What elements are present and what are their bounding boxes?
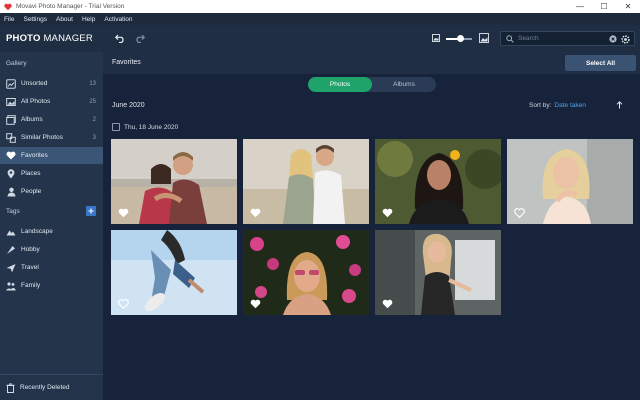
sidebar-item-albums[interactable]: Albums 2 [0,111,103,128]
menu-settings[interactable]: Settings [23,16,47,23]
tags-section-label: Tags [6,208,20,215]
sort-direction-icon[interactable] [616,101,623,111]
similar-icon [6,132,16,143]
clear-search-icon[interactable] [609,35,617,45]
photo-thumbnail[interactable] [111,230,237,315]
menu-activation[interactable]: Activation [104,16,132,23]
month-header: June 2020 [112,102,145,109]
toolbar: PHOTO MANAGER [0,25,640,52]
photo-thumbnail[interactable] [243,230,369,315]
favorite-heart-icon[interactable] [118,299,129,309]
search-input[interactable] [518,35,602,42]
favorite-heart-icon[interactable] [382,299,393,309]
zoom-slider-thumb[interactable] [457,35,465,42]
photo-thumbnail[interactable] [375,230,501,315]
select-all-button[interactable]: Select All [565,55,636,71]
landscape-icon [6,227,16,237]
photo-thumbnail[interactable] [507,139,633,224]
heart-icon [6,151,16,161]
day-label: Thu, 18 June 2020 [124,123,179,131]
brand-logo: PHOTO MANAGER [6,33,93,44]
favorite-heart-icon[interactable] [514,208,525,218]
sidebar: Gallery Unsorted 13 All Photos 25 Albums… [0,52,103,400]
photo-woman-flower [375,139,501,224]
view-toggle: Photos Albums [308,77,436,92]
photo-couple-beach [111,139,237,224]
menu-bar: File Settings About Help Activation [0,13,640,25]
favorite-heart-icon[interactable] [250,299,261,309]
sidebar-item-places[interactable]: Places [0,165,103,182]
sidebar-item-similar-photos[interactable]: Similar Photos 3 [0,129,103,146]
search-settings-icon[interactable] [621,35,630,46]
tab-photos[interactable]: Photos [308,77,372,92]
redo-icon[interactable] [133,32,145,44]
undo-icon[interactable] [114,32,126,44]
sidebar-item-favorites[interactable]: Favorites [0,147,103,164]
main-panel: Favorites Select All Photos Albums June … [103,52,640,400]
title-bar: Movavi Photo Manager - Trial Version — ☐… [0,0,640,13]
unsorted-icon [6,78,16,89]
search-box [500,31,635,46]
menu-file[interactable]: File [4,16,14,23]
travel-icon [6,263,16,273]
sidebar-item-unsorted[interactable]: Unsorted 13 [0,75,103,92]
favorite-heart-icon[interactable] [118,208,129,218]
sidebar-tag-hobby[interactable]: Hobby [0,241,103,258]
photo-thumbnail[interactable] [111,139,237,224]
pin-icon [6,168,16,179]
gallery-section-label: Gallery [6,60,27,67]
add-tag-button[interactable] [86,206,96,216]
photo-woman-pink-flowers [243,230,369,315]
page-title: Favorites [112,59,141,66]
trash-icon [6,383,15,393]
select-day-checkbox[interactable] [112,123,120,131]
sort-control[interactable]: Sort by: Date taken [529,102,586,109]
favorite-heart-icon[interactable] [250,208,261,218]
zoom-slider[interactable] [446,35,472,42]
main-header: Favorites Select All [103,52,640,74]
search-icon [506,34,514,43]
close-button[interactable]: ✕ [616,0,640,13]
sidebar-tag-landscape[interactable]: Landscape [0,223,103,240]
sort-value[interactable]: Date taken [554,102,585,109]
photo-thumbnail[interactable] [375,139,501,224]
small-thumbnail-icon[interactable] [432,34,440,44]
albums-icon [6,114,16,125]
sidebar-tag-travel[interactable]: Travel [0,259,103,276]
hobby-icon [6,245,16,255]
menu-about[interactable]: About [56,16,73,23]
sidebar-item-all-photos[interactable]: All Photos 25 [0,93,103,110]
favorite-heart-icon[interactable] [382,208,393,218]
photo-blonde-woman [507,139,633,224]
sidebar-item-recently-deleted[interactable]: Recently Deleted [0,374,103,400]
menu-help[interactable]: Help [82,16,95,23]
photo-jumping-person [111,230,237,315]
tab-albums[interactable]: Albums [372,77,436,92]
person-icon [6,187,16,197]
photos-icon [6,97,16,107]
maximize-button[interactable]: ☐ [592,0,616,13]
photo-couple-outdoors [243,139,369,224]
photo-thumbnail[interactable] [243,139,369,224]
family-icon [6,281,16,291]
sidebar-tag-family[interactable]: Family [0,277,103,294]
large-thumbnail-icon[interactable] [479,33,489,45]
sidebar-item-people[interactable]: People [0,183,103,200]
window-title: Movavi Photo Manager - Trial Version [16,3,125,10]
photo-woman-window [375,230,501,315]
day-group-header: Thu, 18 June 2020 [112,123,178,131]
app-logo-icon [3,2,12,11]
minimize-button[interactable]: — [568,0,592,13]
